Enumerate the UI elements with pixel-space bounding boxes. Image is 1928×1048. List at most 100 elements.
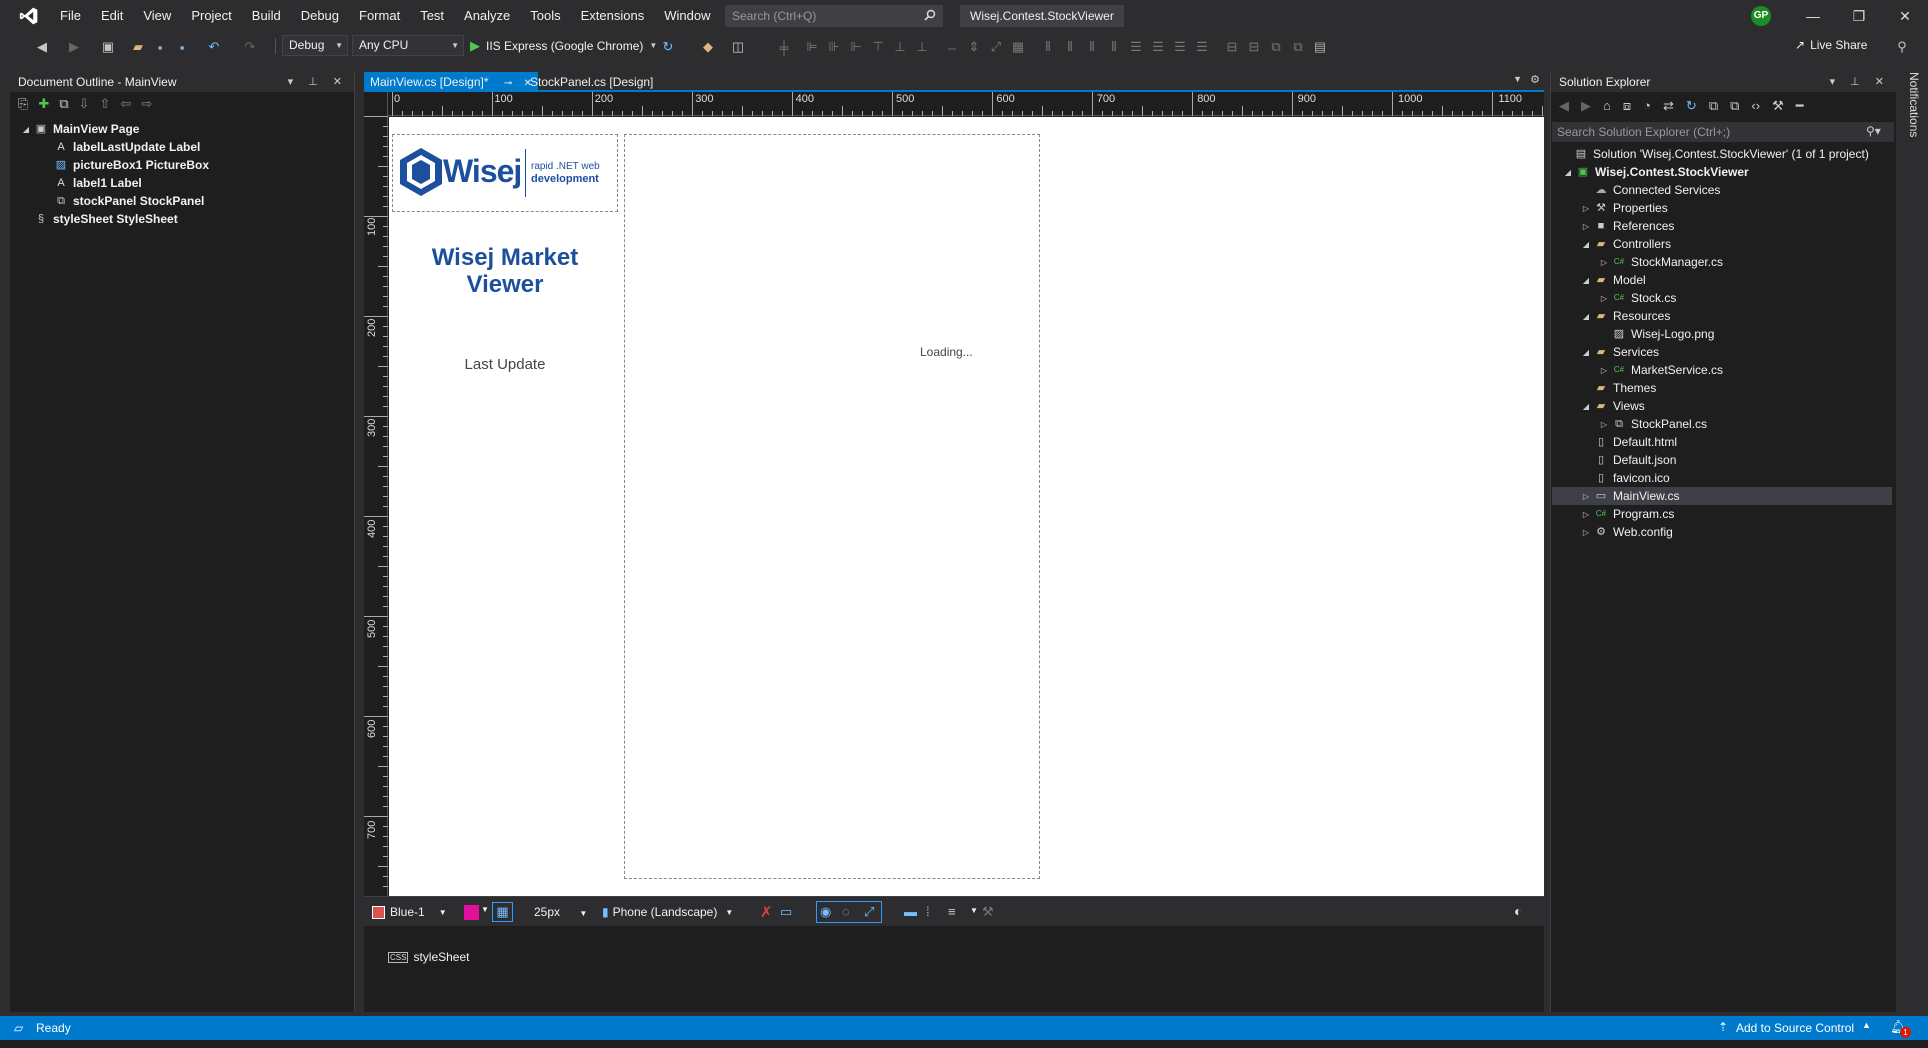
tray-item-stylesheet[interactable]: CSS styleSheet bbox=[388, 950, 470, 964]
expand-arrow-icon[interactable]: ▷ bbox=[1580, 492, 1592, 501]
solution-item[interactable]: ▯ Default.html bbox=[1552, 433, 1892, 451]
minimize-button[interactable]: — bbox=[1790, 0, 1836, 32]
redo-icon[interactable]: ↷ bbox=[242, 39, 258, 55]
responsive-icon[interactable]: ▭ bbox=[780, 904, 792, 920]
screenshot-icon[interactable]: ◫ bbox=[730, 39, 746, 55]
outline-view-icon[interactable]: ⎘ bbox=[18, 96, 28, 116]
collapse-arrow-icon[interactable]: ◢ bbox=[1562, 168, 1574, 177]
center-vertically-icon[interactable]: ⊟ bbox=[1246, 39, 1262, 55]
expand-arrow-icon[interactable]: ▷ bbox=[1580, 222, 1592, 231]
align-grid-icon[interactable]: ╪ bbox=[776, 39, 792, 55]
new-project-icon[interactable]: ▣ bbox=[100, 39, 116, 55]
solution-item[interactable]: ◢ ▰ Views bbox=[1552, 397, 1892, 415]
restore-button[interactable]: ❐ bbox=[1836, 0, 1882, 32]
menu-test[interactable]: Test bbox=[410, 0, 454, 32]
notifications-tab[interactable]: Notifications bbox=[1907, 72, 1921, 137]
expand-arrow-icon[interactable]: ▷ bbox=[1580, 510, 1592, 519]
align-right-icon[interactable]: ⊩ bbox=[848, 39, 864, 55]
user-avatar[interactable]: GP bbox=[1751, 6, 1771, 26]
remove-h-spacing-icon[interactable]: ⦀ bbox=[1106, 39, 1122, 55]
collapse-arrow-icon[interactable]: ◢ bbox=[1580, 402, 1592, 411]
solution-item[interactable]: ◢ ▰ Services bbox=[1552, 343, 1892, 361]
menu-project[interactable]: Project bbox=[181, 0, 241, 32]
platform-dropdown[interactable]: Any CPU ▼ bbox=[352, 35, 464, 56]
add-icon[interactable]: ✚ bbox=[38, 96, 49, 116]
align-middle-icon[interactable]: ⊥ bbox=[892, 39, 908, 55]
pending-changes-icon[interactable]: ◔ bbox=[1643, 98, 1651, 114]
remove-v-spacing-icon[interactable]: ☰ bbox=[1194, 39, 1210, 55]
solution-item[interactable]: ▷ C# Stock.cs bbox=[1552, 289, 1892, 307]
align-top-icon[interactable]: ⊤ bbox=[870, 39, 886, 55]
align-left-icon[interactable]: ⊫ bbox=[804, 39, 820, 55]
solution-item[interactable]: ▷ ▭ MainView.cs bbox=[1552, 487, 1892, 505]
fit-view-icon[interactable]: ⤢ bbox=[864, 904, 874, 920]
solution-item[interactable]: ◢ ▰ Controllers bbox=[1552, 235, 1892, 253]
expand-arrow-icon[interactable]: ▷ bbox=[1580, 204, 1592, 213]
expand-arrow-icon[interactable]: ▷ bbox=[1598, 258, 1610, 267]
forward-icon[interactable]: ▶ bbox=[66, 39, 82, 55]
outline-item[interactable]: ◢ ▣ MainView Page bbox=[20, 120, 140, 138]
expand-arrow-icon[interactable]: ◢ bbox=[20, 125, 32, 134]
back-icon[interactable]: ◀ bbox=[34, 39, 50, 55]
outline-item[interactable]: Alabel1 Label bbox=[40, 174, 141, 192]
save-all-icon[interactable]: ▪ bbox=[174, 39, 190, 55]
same-width-icon[interactable]: ⇔ bbox=[944, 39, 960, 55]
menu-file[interactable]: File bbox=[50, 0, 91, 32]
switch-views-icon[interactable]: ⧈ bbox=[1623, 98, 1631, 114]
increase-h-spacing-icon[interactable]: ⦀ bbox=[1062, 39, 1078, 55]
outline-item[interactable]: § styleSheet StyleSheet bbox=[20, 210, 178, 228]
expand-arrow-icon[interactable]: ▷ bbox=[1598, 294, 1610, 303]
picturebox-logo[interactable]: Wisej rapid .NET web development bbox=[392, 134, 618, 212]
menu-debug[interactable]: Debug bbox=[291, 0, 349, 32]
menu-format[interactable]: Format bbox=[349, 0, 410, 32]
chevron-down-icon[interactable]: ▼ bbox=[970, 906, 978, 915]
bring-to-front-icon[interactable]: ⧉ bbox=[1268, 39, 1284, 55]
vertical-spacing-icon[interactable]: ☰ bbox=[1128, 39, 1144, 55]
stock-panel[interactable] bbox=[624, 134, 1040, 879]
refresh-icon[interactable]: ↻ bbox=[1686, 98, 1697, 114]
refresh-icon[interactable]: ↻ bbox=[660, 39, 676, 55]
output-window-icon[interactable]: ▱ bbox=[14, 1021, 23, 1035]
close-button[interactable]: ✕ bbox=[1882, 0, 1928, 32]
view-code-icon[interactable]: ‹› bbox=[1751, 98, 1760, 114]
dock-icon[interactable]: ≡ bbox=[948, 904, 956, 919]
properties-icon[interactable]: ⚒ bbox=[1772, 98, 1784, 114]
send-to-back-icon[interactable]: ⧉ bbox=[1290, 39, 1306, 55]
undo-icon[interactable]: ↶ bbox=[206, 39, 222, 55]
center-horizontally-icon[interactable]: ⊟ bbox=[1224, 39, 1240, 55]
pin-icon[interactable]: ⊸ bbox=[504, 78, 512, 89]
settings-gear-icon[interactable]: ⚙ bbox=[1530, 73, 1540, 86]
collapse-arrow-icon[interactable]: ◢ bbox=[1580, 240, 1592, 249]
label-last-update[interactable]: Last Update bbox=[392, 356, 618, 373]
grid-size-dropdown[interactable]: 25px ▼ bbox=[534, 905, 587, 919]
anchor-icon[interactable]: ⁞ bbox=[926, 904, 930, 919]
home-icon[interactable]: ⌂ bbox=[1603, 98, 1611, 114]
solution-item[interactable]: ◢ ▣ Wisej.Contest.StockViewer bbox=[1552, 163, 1892, 181]
same-height-icon[interactable]: ⇕ bbox=[966, 39, 982, 55]
solution-item[interactable]: ▷ C# StockManager.cs bbox=[1552, 253, 1892, 271]
remove-responsive-icon[interactable]: ✗ bbox=[760, 903, 773, 921]
search-input[interactable]: Search (Ctrl+Q) bbox=[725, 5, 943, 27]
horizontal-spacing-icon[interactable]: ⦀ bbox=[1040, 39, 1056, 55]
menu-build[interactable]: Build bbox=[242, 0, 291, 32]
wisej-settings-icon[interactable]: ◐ bbox=[1514, 903, 1522, 919]
menu-tools[interactable]: Tools bbox=[520, 0, 570, 32]
collapse-all-icon[interactable]: ⧉ bbox=[1709, 98, 1718, 114]
outline-item[interactable]: AlabelLastUpdate Label bbox=[40, 138, 200, 156]
expand-arrow-icon[interactable]: ▷ bbox=[1598, 420, 1610, 429]
decrease-v-spacing-icon[interactable]: ☰ bbox=[1172, 39, 1188, 55]
solution-item[interactable]: ◢ ▰ Resources bbox=[1552, 307, 1892, 325]
forward-icon[interactable]: ▶ bbox=[1581, 98, 1591, 114]
collapse-arrow-icon[interactable]: ◢ bbox=[1580, 312, 1592, 321]
menu-view[interactable]: View bbox=[133, 0, 181, 32]
align-center-icon[interactable]: ⊪ bbox=[826, 39, 842, 55]
search-icon[interactable] bbox=[924, 9, 936, 21]
add-to-source-control[interactable]: Add to Source Control bbox=[1736, 1021, 1854, 1035]
designer-view-icon[interactable]: ◉ bbox=[820, 904, 831, 920]
toolbox-icon[interactable]: ▬ bbox=[904, 904, 917, 919]
tab-mainview-design[interactable]: MainView.cs [Design]* ⊸ ✕ bbox=[364, 72, 538, 92]
menu-analyze[interactable]: Analyze bbox=[454, 0, 520, 32]
expand-arrow-icon[interactable]: ▷ bbox=[1598, 366, 1610, 375]
solution-item[interactable]: ▨ Wisej-Logo.png bbox=[1552, 325, 1892, 343]
move-down-icon[interactable]: ⇩ bbox=[79, 96, 90, 116]
